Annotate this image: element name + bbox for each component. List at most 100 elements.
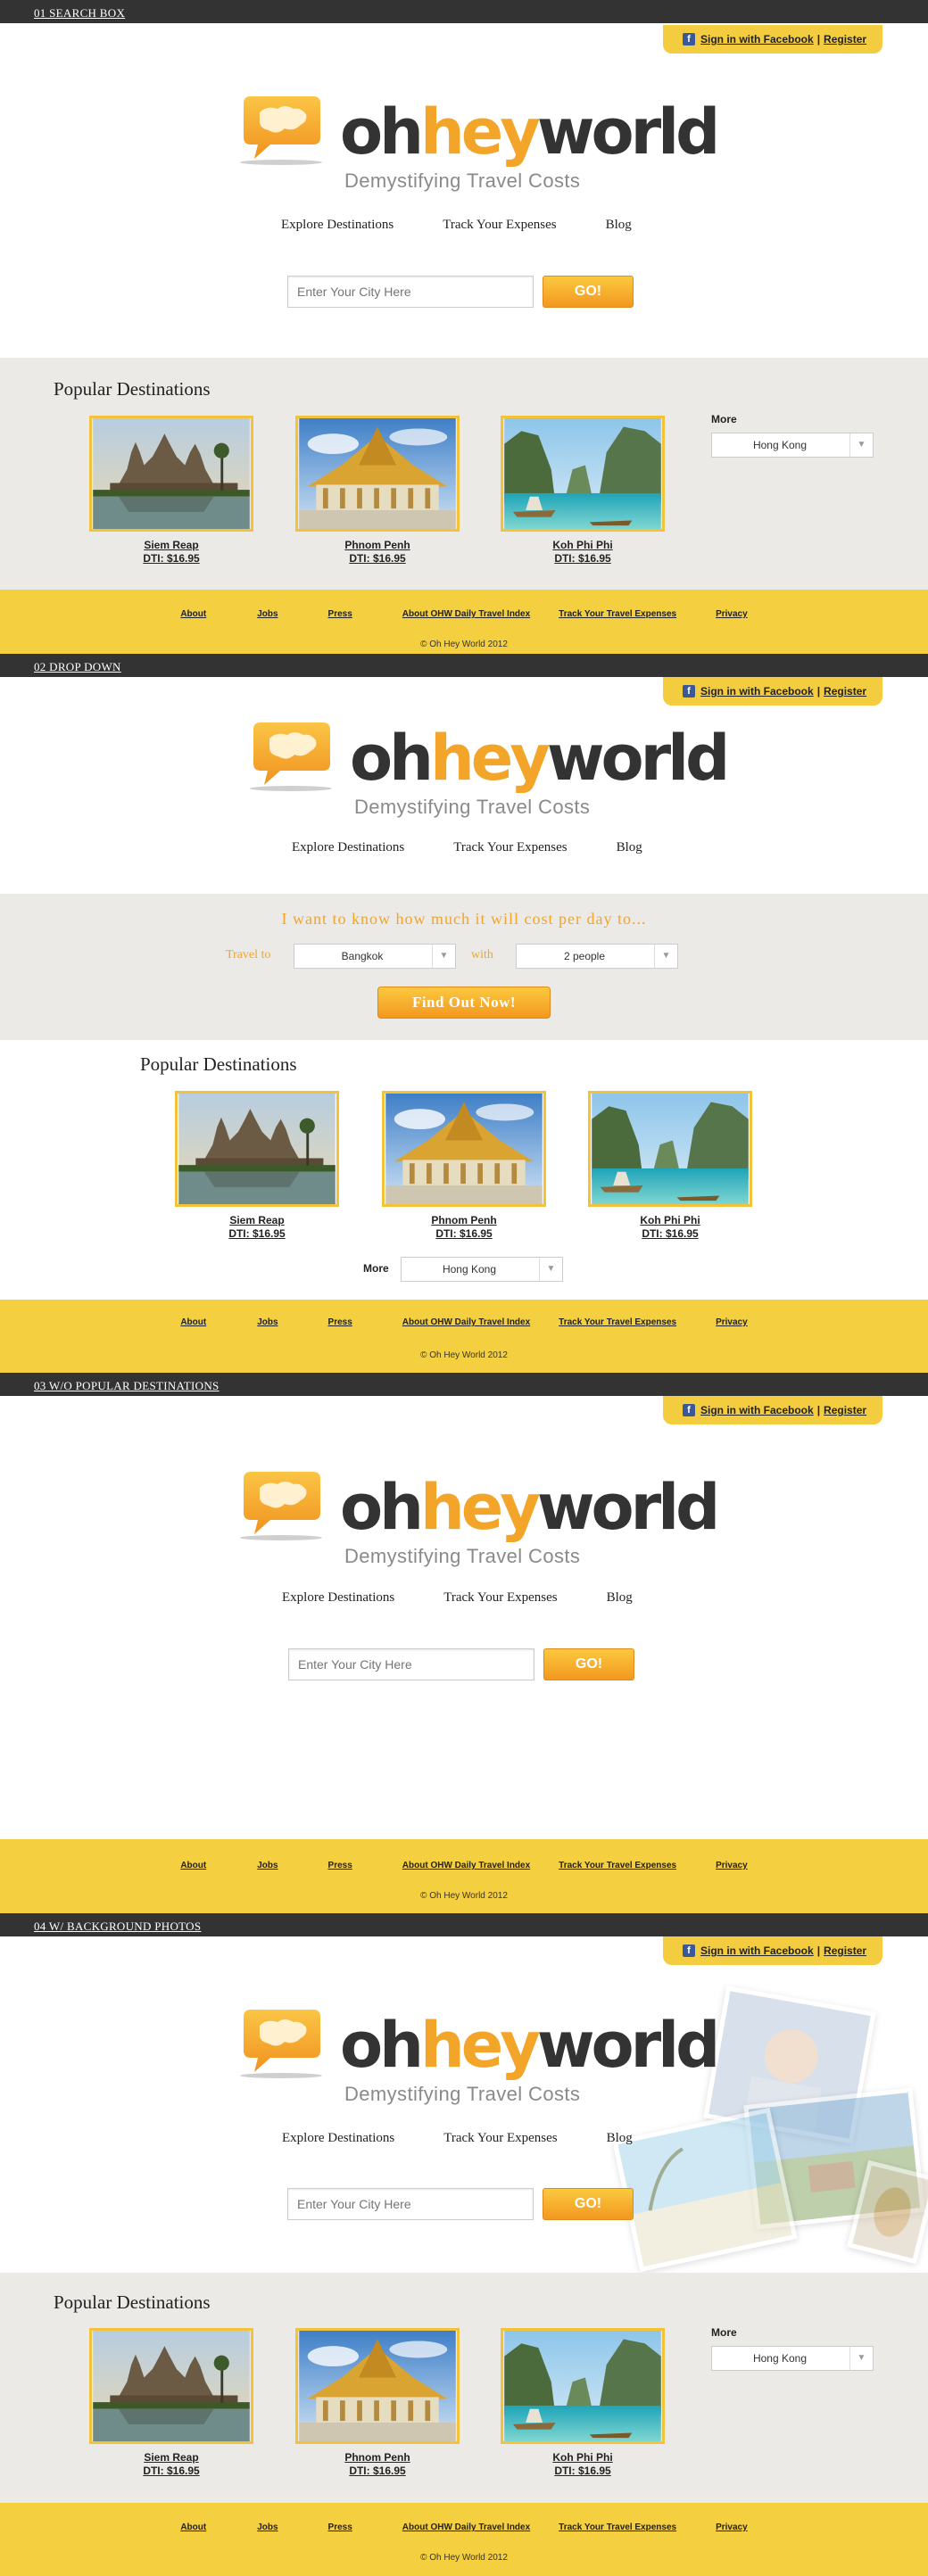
register-link[interactable]: Register [824,1404,866,1416]
footer-link-jobs[interactable]: Jobs [257,1861,278,1870]
footer-link-track-expenses[interactable]: Track Your Travel Expenses [559,609,676,619]
footer-link-track-expenses[interactable]: Track Your Travel Expenses [559,2522,676,2532]
footer-link-press[interactable]: Press [328,1861,352,1870]
destination-dti[interactable]: DTI: $16.95 [382,1227,546,1240]
destination-name[interactable]: Koh Phi Phi [501,2451,665,2464]
destination-card[interactable]: Phnom Penh DTI: $16.95 [382,1091,546,1240]
party-size-select[interactable]: 2 people ▼ [516,944,678,969]
chevron-down-icon[interactable]: ▼ [849,2347,873,2370]
facebook-signin-link[interactable]: Sign in with Facebook [700,33,814,45]
destination-name[interactable]: Siem Reap [175,1214,339,1226]
siem-reap-photo[interactable] [89,416,253,532]
destination-name[interactable]: Koh Phi Phi [501,539,665,551]
register-link[interactable]: Register [824,1944,866,1957]
footer-link-about[interactable]: About [180,1861,206,1870]
nav-track-expenses[interactable]: Track Your Expenses [443,218,556,233]
city-search-input-1[interactable] [287,276,534,308]
facebook-signin-link[interactable]: Sign in with Facebook [700,1404,814,1416]
nav-blog[interactable]: Blog [617,840,642,855]
more-destinations-select-2[interactable]: Hong Kong ▼ [401,1257,563,1282]
footer-link-jobs[interactable]: Jobs [257,2522,278,2532]
siem-reap-photo[interactable] [89,2328,253,2444]
footer-link-travel-index[interactable]: About OHW Daily Travel Index [402,1861,530,1870]
footer-link-privacy[interactable]: Privacy [716,609,748,619]
go-button-1[interactable]: GO! [543,276,634,308]
facebook-signin-link[interactable]: Sign in with Facebook [700,1944,814,1957]
register-link[interactable]: Register [824,685,866,698]
footer-link-travel-index[interactable]: About OHW Daily Travel Index [402,1317,530,1327]
koh-phi-phi-photo[interactable] [501,416,665,532]
go-button-4[interactable]: GO! [543,2188,634,2220]
destination-dti[interactable]: DTI: $16.95 [295,552,460,565]
destination-dti[interactable]: DTI: $16.95 [588,1227,752,1240]
nav-track-expenses[interactable]: Track Your Expenses [443,1590,557,1606]
chevron-down-icon[interactable]: ▼ [849,433,873,457]
destination-dti[interactable]: DTI: $16.95 [501,552,665,565]
nav-track-expenses[interactable]: Track Your Expenses [453,840,567,855]
destination-dti[interactable]: DTI: $16.95 [89,552,253,565]
ohheyworld-logo-1[interactable]: ohheyworld Demystifying Travel Costs [235,96,720,203]
nav-explore-destinations[interactable]: Explore Destinations [292,840,404,855]
footer-link-privacy[interactable]: Privacy [716,2522,748,2532]
footer-link-privacy[interactable]: Privacy [716,1317,748,1327]
travel-to-select[interactable]: Bangkok ▼ [294,944,456,969]
destination-card[interactable]: Koh Phi Phi DTI: $16.95 [501,2328,665,2477]
footer-link-about[interactable]: About [180,1317,206,1327]
nav-blog[interactable]: Blog [606,218,632,233]
footer-link-travel-index[interactable]: About OHW Daily Travel Index [402,609,530,619]
destination-dti[interactable]: DTI: $16.95 [501,2465,665,2477]
footer-link-privacy[interactable]: Privacy [716,1861,748,1870]
footer-link-travel-index[interactable]: About OHW Daily Travel Index [402,2522,530,2532]
more-destinations-select-1[interactable]: Hong Kong ▼ [711,433,874,458]
chevron-down-icon[interactable]: ▼ [654,945,677,968]
find-out-now-button[interactable]: Find Out Now! [377,987,551,1019]
section-label-3[interactable]: 03 W/O POPULAR DESTINATIONS [34,1379,220,1393]
section-label-1[interactable]: 01 SEARCH BOX [34,6,125,21]
destination-name[interactable]: Koh Phi Phi [588,1214,752,1226]
footer-link-about[interactable]: About [180,609,206,619]
destination-name[interactable]: Siem Reap [89,539,253,551]
chevron-down-icon[interactable]: ▼ [432,945,455,968]
section-label-4[interactable]: 04 W/ BACKGROUND PHOTOS [34,1920,201,1934]
footer-link-track-expenses[interactable]: Track Your Travel Expenses [559,1861,676,1870]
chevron-down-icon[interactable]: ▼ [539,1258,562,1281]
city-search-input-3[interactable] [288,1648,534,1680]
footer-link-press[interactable]: Press [328,1317,352,1327]
koh-phi-phi-photo[interactable] [588,1091,752,1207]
nav-explore-destinations[interactable]: Explore Destinations [282,2131,394,2146]
nav-blog[interactable]: Blog [607,2131,633,2146]
destination-card[interactable]: Siem Reap DTI: $16.95 [89,416,253,565]
destination-card[interactable]: Siem Reap DTI: $16.95 [175,1091,339,1240]
destination-name[interactable]: Phnom Penh [295,539,460,551]
footer-link-jobs[interactable]: Jobs [257,609,278,619]
phnom-penh-photo[interactable] [295,2328,460,2444]
register-link[interactable]: Register [824,33,866,45]
city-search-input-4[interactable] [287,2188,534,2220]
footer-link-track-expenses[interactable]: Track Your Travel Expenses [559,1317,676,1327]
footer-link-jobs[interactable]: Jobs [257,1317,278,1327]
destination-card[interactable]: Phnom Penh DTI: $16.95 [295,416,460,565]
more-destinations-select-4[interactable]: Hong Kong ▼ [711,2346,874,2371]
destination-dti[interactable]: DTI: $16.95 [295,2465,460,2477]
ohheyworld-logo-3[interactable]: ohheyworld Demystifying Travel Costs [235,1472,720,1579]
nav-explore-destinations[interactable]: Explore Destinations [281,218,394,233]
footer-link-press[interactable]: Press [328,609,352,619]
footer-link-press[interactable]: Press [328,2522,352,2532]
nav-track-expenses[interactable]: Track Your Expenses [443,2131,557,2146]
section-label-2[interactable]: 02 DROP DOWN [34,660,121,674]
ohheyworld-logo-2[interactable]: ohheyworld Demystifying Travel Costs [244,722,730,830]
destination-card[interactable]: Siem Reap DTI: $16.95 [89,2328,253,2477]
destination-card[interactable]: Koh Phi Phi DTI: $16.95 [501,416,665,565]
footer-link-about[interactable]: About [180,2522,206,2532]
go-button-3[interactable]: GO! [543,1648,634,1680]
facebook-signin-link[interactable]: Sign in with Facebook [700,685,814,698]
destination-card[interactable]: Koh Phi Phi DTI: $16.95 [588,1091,752,1240]
ohheyworld-logo-4[interactable]: ohheyworld Demystifying Travel Costs [235,2010,720,2117]
nav-explore-destinations[interactable]: Explore Destinations [282,1590,394,1606]
destination-name[interactable]: Siem Reap [89,2451,253,2464]
nav-blog[interactable]: Blog [607,1590,633,1606]
phnom-penh-photo[interactable] [295,416,460,532]
destination-name[interactable]: Phnom Penh [382,1214,546,1226]
destination-dti[interactable]: DTI: $16.95 [175,1227,339,1240]
phnom-penh-photo[interactable] [382,1091,546,1207]
